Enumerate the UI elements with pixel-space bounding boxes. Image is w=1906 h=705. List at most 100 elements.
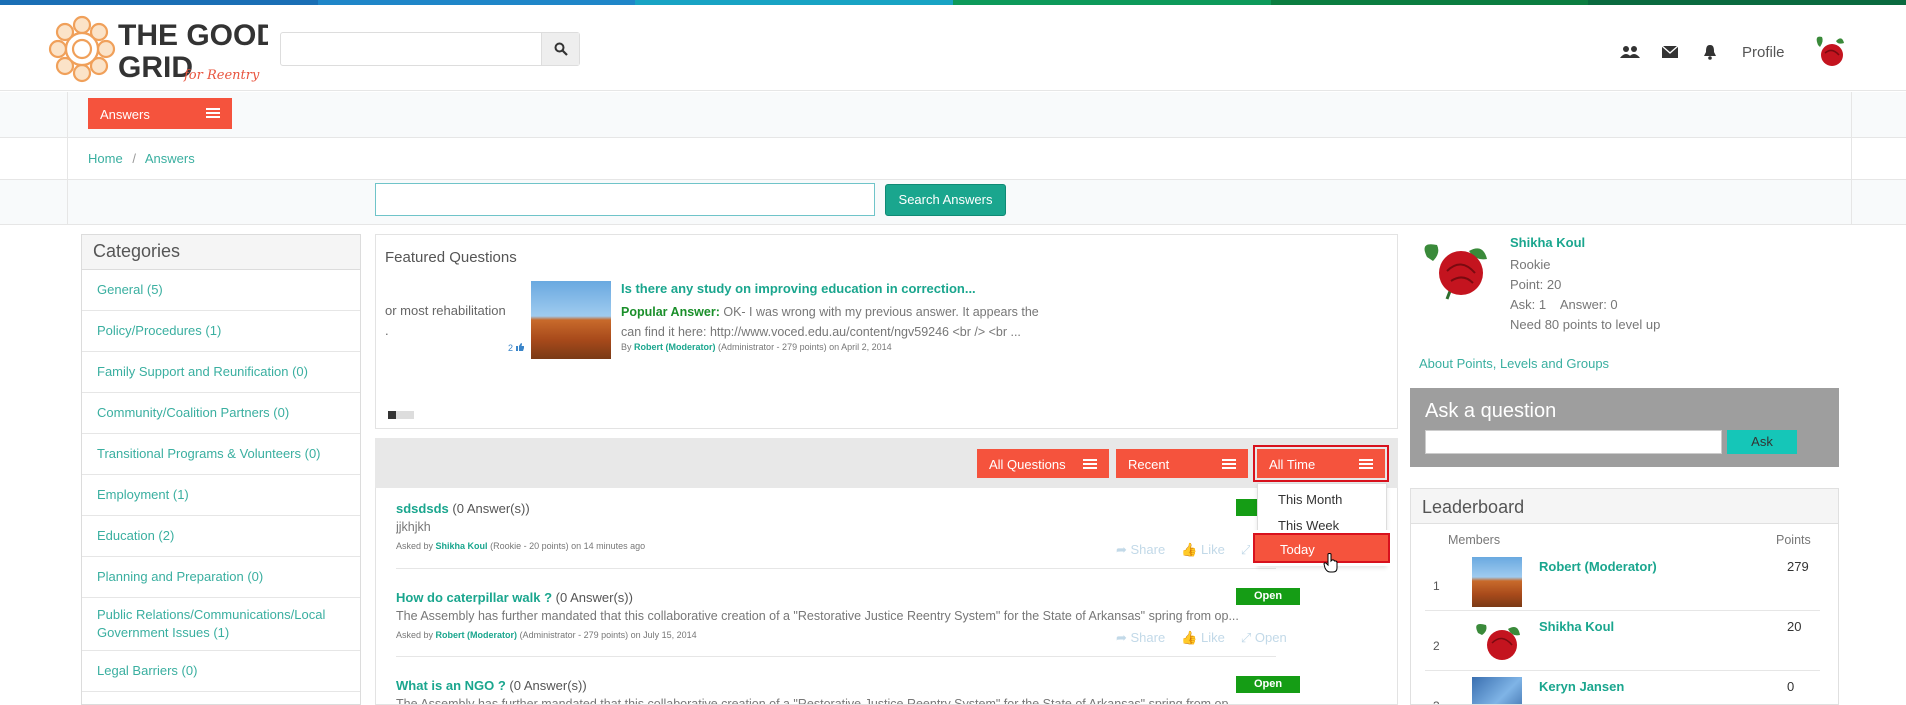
answers-menu-button[interactable]: Answers	[88, 98, 232, 129]
ask-question-input[interactable]	[1425, 430, 1722, 454]
answer-count: (0 Answer(s))	[452, 501, 530, 516]
question-title: How do caterpillar walk ?	[396, 590, 553, 605]
question-title-link[interactable]: sdsdsds (0 Answer(s))	[396, 501, 1296, 516]
category-item[interactable]: Planning and Preparation (0)	[82, 557, 360, 598]
featured-popular-answer: Popular Answer: OK- I was wrong with my …	[621, 302, 1061, 342]
open-label: Open	[1254, 630, 1287, 645]
share-action[interactable]: ➦ Share	[1116, 630, 1165, 646]
ask-question-title: Ask a question	[1425, 400, 1557, 422]
like-action[interactable]: 👍 Like	[1181, 542, 1225, 558]
profile-link[interactable]: Profile	[1742, 44, 1785, 61]
ask-button[interactable]: Ask	[1727, 430, 1797, 454]
breadcrumb-answers[interactable]: Answers	[145, 151, 195, 166]
category-item[interactable]: General (5)	[82, 270, 360, 311]
featured-author-link[interactable]: Robert (Moderator)	[634, 342, 716, 352]
category-item[interactable]: Public Relations/Communications/Local Go…	[82, 598, 360, 651]
featured-like-count: 2	[508, 343, 514, 353]
questions-list: sdsdsds (0 Answer(s)) jjkhjkh Asked by S…	[375, 488, 1398, 705]
canyon-avatar[interactable]	[1472, 557, 1522, 607]
site-search-button[interactable]	[541, 33, 579, 65]
featured-questions-panel: Featured Questions or most rehabilitatio…	[375, 234, 1398, 429]
hand-cursor-icon	[1323, 553, 1338, 573]
all-time-filter[interactable]: All Time	[1253, 445, 1389, 482]
profile-name-link[interactable]: Shikha Koul	[1510, 235, 1585, 250]
site-header: THE GOOD GRID for Reentry Profile	[0, 5, 1906, 91]
leaderboard-points-header: Points	[1776, 533, 1811, 547]
logo-text-line1: THE GOOD	[118, 19, 268, 52]
header-avatar[interactable]	[1812, 31, 1846, 71]
question-author-link[interactable]: Robert (Moderator)	[436, 630, 518, 640]
status-badge: Open	[1236, 676, 1300, 693]
like-label: Like	[1201, 542, 1225, 557]
question-body: The Assembly has further mandated that t…	[396, 609, 1239, 623]
question-item: What is an NGO ? (0 Answer(s)) The Assem…	[396, 678, 1296, 704]
breadcrumb-band	[0, 138, 1906, 180]
leaderboard-points: 0	[1787, 679, 1795, 694]
categories-panel: Categories General (5) Policy/Procedures…	[81, 234, 361, 705]
envelope-icon[interactable]	[1660, 43, 1680, 61]
rose-avatar[interactable]	[1472, 617, 1522, 667]
category-item[interactable]: Education (2)	[82, 516, 360, 557]
profile-card: Shikha Koul Rookie Point: 20 Ask: 1 Answ…	[1409, 231, 1839, 341]
category-item[interactable]: Family Support and Reunification (0)	[82, 352, 360, 393]
question-actions: ➦ Share 👍 Like ⤢ Open	[1116, 630, 1287, 646]
category-item[interactable]: Legal Barriers (0)	[82, 651, 360, 692]
share-action[interactable]: ➦ Share	[1116, 542, 1165, 558]
subnav-band	[0, 92, 1906, 138]
leaderboard-rank: 2	[1433, 639, 1440, 653]
all-questions-filter[interactable]: All Questions	[977, 449, 1109, 478]
leaderboard-member-link[interactable]: Shikha Koul	[1539, 619, 1614, 634]
profile-points: Point: 20	[1510, 277, 1562, 292]
logo-tagline: for Reentry	[183, 68, 260, 83]
hamburger-icon	[1222, 459, 1236, 470]
logo-text-line2: GRID	[118, 51, 193, 84]
site-search-input[interactable]	[280, 32, 580, 66]
leaderboard-member-link[interactable]: Keryn Jansen	[1539, 679, 1624, 694]
question-filters-bar: All Questions Recent All Time	[375, 438, 1398, 488]
search-answers-button[interactable]: Search Answers	[885, 184, 1006, 216]
answers-search-input[interactable]	[375, 183, 875, 216]
category-item[interactable]: Community/Coalition Partners (0)	[82, 393, 360, 434]
profile-avatar[interactable]	[1417, 233, 1491, 307]
bell-icon[interactable]	[1700, 43, 1720, 61]
answer-count: (0 Answer(s))	[509, 678, 587, 693]
leaderboard-points: 279	[1787, 559, 1809, 574]
question-author-link[interactable]: Shikha Koul	[436, 541, 488, 551]
leaderboard-title: Leaderboard	[1411, 489, 1838, 524]
about-points-link[interactable]: About Points, Levels and Groups	[1419, 356, 1609, 371]
blue-avatar[interactable]	[1472, 677, 1522, 704]
question-title-link[interactable]: What is an NGO ? (0 Answer(s))	[396, 678, 1296, 693]
like-label: Like	[1201, 630, 1225, 645]
question-meta-info: (Rookie - 20 points) on 14 minutes ago	[490, 541, 646, 551]
profile-level: Rookie	[1510, 257, 1551, 272]
divider	[396, 568, 1276, 569]
leaderboard-member-link[interactable]: Robert (Moderator)	[1539, 559, 1657, 574]
question-title-link[interactable]: How do caterpillar walk ? (0 Answer(s))	[396, 590, 1296, 605]
category-item[interactable]: Employment (1)	[82, 475, 360, 516]
answer-count: (0 Answer(s))	[555, 590, 633, 605]
carousel-indicator[interactable]	[388, 411, 414, 419]
byline-info: (Administrator - 279 points) on April 2,…	[718, 342, 892, 352]
users-icon[interactable]	[1620, 43, 1640, 61]
leaderboard-panel: Leaderboard Members Points 1 Robert (Mod…	[1410, 488, 1839, 705]
status-badge: Open	[1236, 588, 1300, 605]
asked-by-label: Asked by	[396, 541, 434, 551]
like-action[interactable]: 👍 Like	[1181, 630, 1225, 646]
featured-title: Featured Questions	[385, 249, 517, 266]
category-item[interactable]: Policy/Procedures (1)	[82, 311, 360, 352]
open-action[interactable]: ⤢ Open	[1241, 630, 1287, 646]
category-item[interactable]: Transitional Programs & Volunteers (0)	[82, 434, 360, 475]
featured-prev-text-line: .	[385, 323, 389, 338]
featured-question-link[interactable]: Is there any study on improving educatio…	[621, 281, 976, 296]
site-logo[interactable]: THE GOOD GRID for Reentry	[48, 13, 278, 89]
dropdown-option-this-month[interactable]: This Month	[1258, 487, 1386, 513]
featured-question-image[interactable]	[531, 281, 611, 359]
share-label: Share	[1130, 542, 1166, 557]
expand-icon[interactable]: ⤢	[1241, 542, 1251, 558]
breadcrumb-home[interactable]: Home	[88, 151, 123, 166]
question-body: jjkhjkh	[396, 520, 431, 534]
recent-filter[interactable]: Recent	[1116, 449, 1248, 478]
leaderboard-row: 1 Robert (Moderator) 279	[1425, 551, 1820, 611]
answers-menu-label: Answers	[100, 107, 150, 122]
dropdown-option-today[interactable]: Today	[1250, 530, 1393, 566]
